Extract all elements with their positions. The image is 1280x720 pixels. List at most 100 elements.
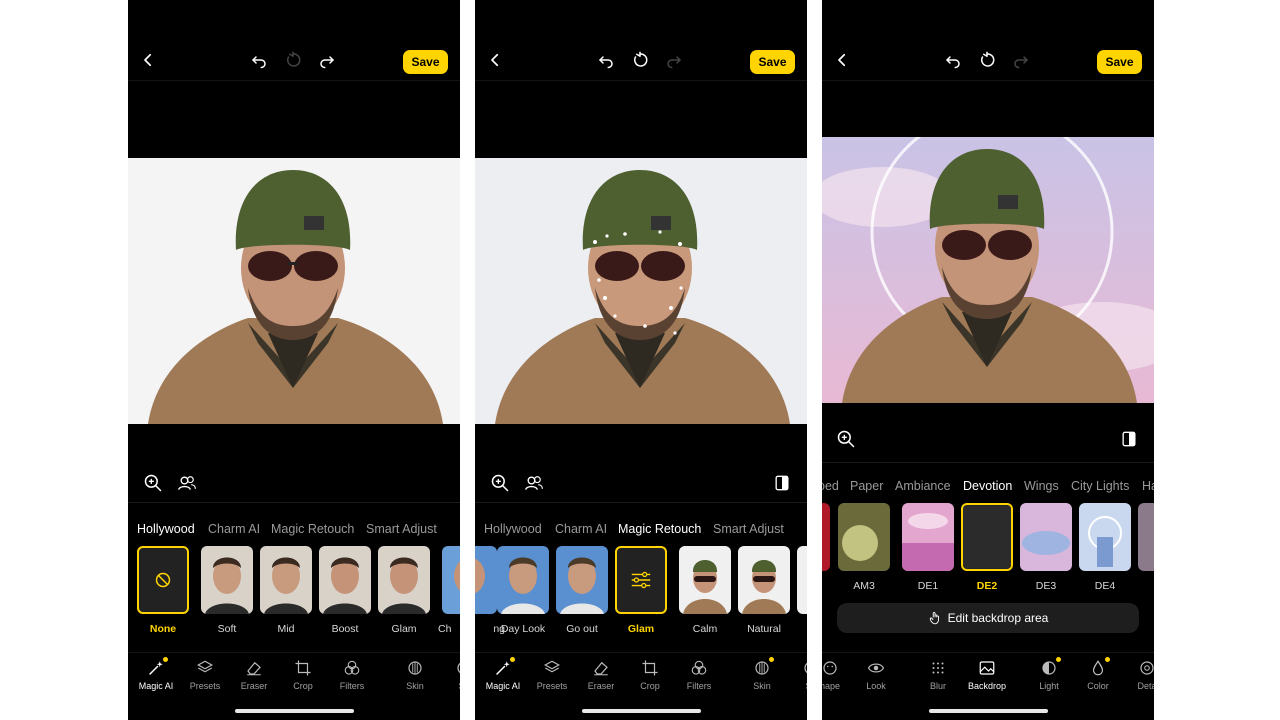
edit-backdrop-area-button[interactable]: Edit backdrop area [837,603,1139,633]
tab-paper[interactable]: Paper [850,479,883,493]
thumb-next[interactable] [797,546,807,614]
undo-icon[interactable] [247,48,271,72]
thumb-label: Ch [438,623,452,635]
nav-eraser[interactable]: Eraser [578,659,624,691]
thumb-mid[interactable] [260,546,312,614]
nav-color[interactable]: Color [1075,657,1121,691]
bottom-nav: Magic AI Presets Eraser Crop Filters Ski… [475,652,807,701]
faces-icon[interactable] [521,470,547,496]
zoom-in-icon[interactable] [487,470,513,496]
faces-icon[interactable] [174,470,200,496]
tool-row [475,470,807,498]
shape-icon [822,659,839,677]
nav-deta[interactable]: Deta [1124,659,1154,691]
back-icon[interactable] [136,48,160,72]
reset-icon[interactable] [975,48,999,72]
thumb-label: DE2 [976,580,998,592]
thumb-soft[interactable] [201,546,253,614]
tab-magic-retouch[interactable]: Magic Retouch [618,522,701,536]
redo-icon[interactable] [662,48,686,72]
tab-charm-ai[interactable]: Charm AI [555,522,607,536]
thumb-de4[interactable] [1079,503,1131,571]
thumb-label: Natural [747,623,781,635]
thumb-ng[interactable] [475,546,497,614]
photo-preview [128,158,460,424]
thumb-de3[interactable] [1020,503,1072,571]
thumb-am3[interactable] [838,503,890,571]
tab-ambiance[interactable]: Ambiance [895,479,951,493]
tab-magic-retouch[interactable]: Magic Retouch [271,522,354,536]
tab-city-lights[interactable]: City Lights [1071,479,1129,493]
layers-icon [196,659,214,677]
bottom-nav: Magic AI Presets Eraser Crop Filters Ski… [128,652,460,701]
thumb-label: Boost [331,623,359,635]
thumb-boost[interactable] [319,546,371,614]
shape-icon [455,659,460,677]
zoom-in-icon[interactable] [833,426,859,452]
nav-eraser[interactable]: Eraser [231,659,277,691]
thumb-next[interactable] [1138,503,1154,571]
nav-sh[interactable]: Sh [441,659,460,691]
thumb-go-out[interactable] [556,546,608,614]
photo-preview [475,158,807,424]
redo-icon[interactable] [315,48,339,72]
thumb-prev[interactable] [822,503,830,571]
tab-smart-adjust[interactable]: Smart Adjust [713,522,784,536]
nav-presets[interactable]: Presets [182,659,228,691]
save-button[interactable]: Save [1097,50,1142,74]
editor-screen-magic-retouch: Save Hollywood Charm AI Magic Retouch Sm… [475,0,807,720]
reset-icon[interactable] [281,48,305,72]
tab-hollywood[interactable]: Hollywood [484,522,542,536]
thumb-glam[interactable] [615,546,667,614]
top-bar: Save [822,40,1154,81]
nav-presets[interactable]: Presets [529,659,575,691]
thumb-day-look[interactable] [497,546,549,614]
undo-icon[interactable] [941,48,965,72]
back-icon[interactable] [830,48,854,72]
tab-oed[interactable]: oed [822,479,839,493]
category-tabs: Hollywood Charm AI Magic Retouch Smart A… [475,522,807,542]
tab-ha[interactable]: Ha [1142,479,1154,493]
tab-devotion[interactable]: Devotion [963,479,1012,493]
filters-icon [690,659,708,677]
undo-icon[interactable] [594,48,618,72]
compare-icon[interactable] [1116,426,1142,452]
nav-magic-ai[interactable]: Magic AI [480,657,526,691]
thumb-de1[interactable] [902,503,954,571]
eraser-icon [245,659,263,677]
thumb-de2[interactable] [961,503,1013,571]
nav-look[interactable]: Look [853,659,899,691]
thumb-ch[interactable] [442,546,460,614]
save-button[interactable]: Save [750,50,795,74]
reset-icon[interactable] [628,48,652,72]
nav-crop[interactable]: Crop [280,659,326,691]
nav-filters[interactable]: Filters [329,659,375,691]
thumb-calm[interactable] [679,546,731,614]
nav-crop[interactable]: Crop [627,659,673,691]
nav-skin[interactable]: Skin [392,659,438,691]
nav-blur[interactable]: Blur [915,659,961,691]
save-button[interactable]: Save [403,50,448,74]
nav-magic-ai[interactable]: Magic AI [133,657,179,691]
category-tabs: Hollywood Charm AI Magic Retouch Smart A… [128,522,460,542]
tab-hollywood[interactable]: Hollywood [137,522,195,536]
effect-thumbnails: ng Day Look Go out Glam Calm Natural [475,546,807,646]
redo-icon[interactable] [1009,48,1033,72]
thumb-glam[interactable] [378,546,430,614]
nav-hape[interactable]: hape [822,659,853,691]
zoom-in-icon[interactable] [140,470,166,496]
nav-skin[interactable]: Skin [739,657,785,691]
eraser-icon [592,659,610,677]
nav-backdrop[interactable]: Backdrop [964,659,1010,691]
back-icon[interactable] [483,48,507,72]
tab-wings[interactable]: Wings [1024,479,1059,493]
tab-charm-ai[interactable]: Charm AI [208,522,260,536]
thumb-natural[interactable] [738,546,790,614]
nav-light[interactable]: Light [1026,657,1072,691]
thumb-label: Soft [217,623,237,635]
tab-smart-adjust[interactable]: Smart Adjust [366,522,437,536]
compare-icon[interactable] [769,470,795,496]
nav-filters[interactable]: Filters [676,659,722,691]
nav-sh[interactable]: Sh [788,659,807,691]
thumb-none[interactable] [137,546,189,614]
